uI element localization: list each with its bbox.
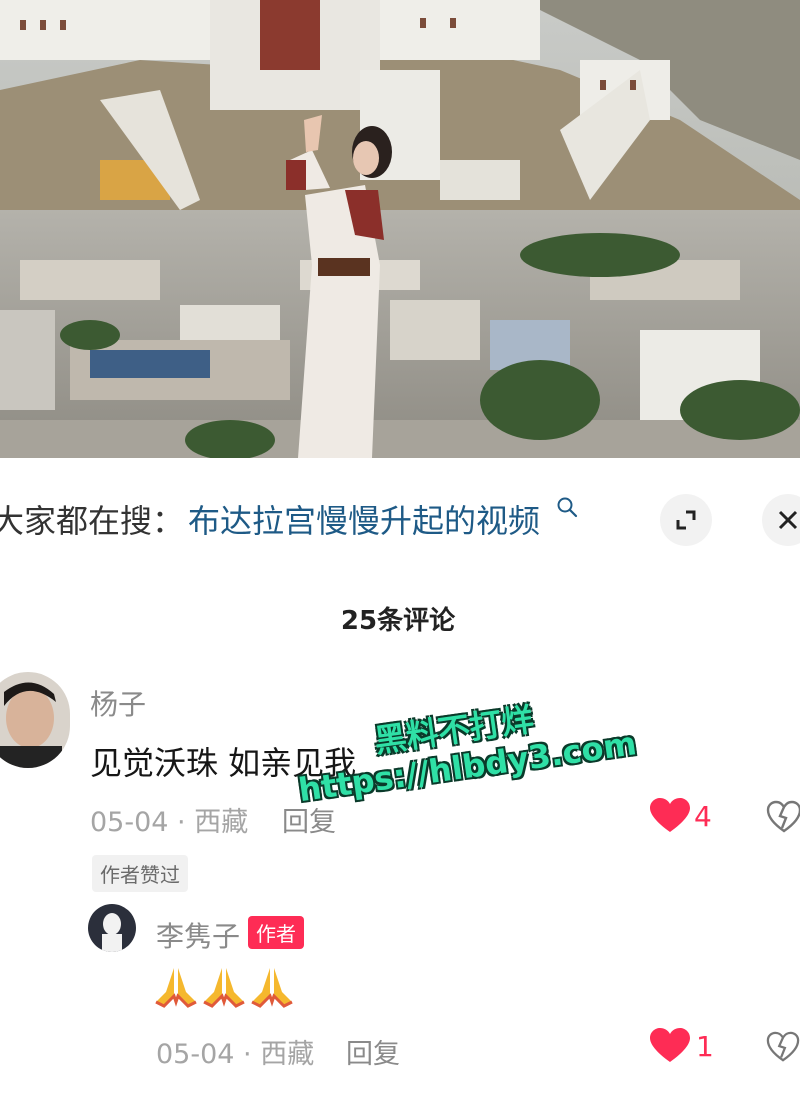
pray-emoji xyxy=(152,962,200,1010)
pray-emoji xyxy=(248,962,296,1010)
search-suggestion-bar[interactable]: 大家都在搜： 布达拉宫慢慢升起的视频 xyxy=(0,478,800,554)
search-icon[interactable] xyxy=(556,496,578,522)
close-button[interactable] xyxy=(762,494,800,546)
search-suggestion-prefix: 大家都在搜： xyxy=(0,502,185,540)
pray-emoji xyxy=(200,962,248,1010)
search-suggestion-query[interactable]: 布达拉宫慢慢升起的视频 xyxy=(188,496,540,542)
expand-button[interactable] xyxy=(660,494,712,546)
heart-outline-icon xyxy=(766,800,800,833)
author-badge: 作者 xyxy=(248,916,304,949)
reply-reply-button[interactable]: 回复 xyxy=(346,1032,400,1071)
potala-palace-photo xyxy=(0,0,800,458)
comments-count-title: 25条评论 xyxy=(340,606,456,636)
comment-meta: 05-04 · 西藏 xyxy=(90,807,249,838)
heart-filled-icon xyxy=(650,798,690,832)
heart-filled-icon xyxy=(650,1028,690,1062)
expand-icon xyxy=(676,510,696,530)
reply-username[interactable]: 李隽子 xyxy=(156,915,240,955)
close-icon xyxy=(778,510,798,530)
reply-text xyxy=(152,962,296,1014)
reply-like-count: 1 xyxy=(696,1030,714,1063)
avatar[interactable] xyxy=(0,672,70,768)
video-player[interactable] xyxy=(0,0,800,458)
comment-username[interactable]: 杨子 xyxy=(90,683,146,723)
liked-by-author-badge: 作者赞过 xyxy=(92,855,188,892)
dislike-button[interactable] xyxy=(766,800,800,838)
reply-avatar[interactable] xyxy=(88,904,136,952)
reply-meta: 05-04 · 西藏 xyxy=(156,1039,315,1070)
reply-dislike-button[interactable] xyxy=(766,1030,800,1068)
like-count: 4 xyxy=(694,800,712,833)
like-button[interactable]: 4 xyxy=(650,798,712,838)
heart-outline-icon xyxy=(766,1031,800,1062)
reply-like-button[interactable]: 1 xyxy=(650,1028,714,1068)
